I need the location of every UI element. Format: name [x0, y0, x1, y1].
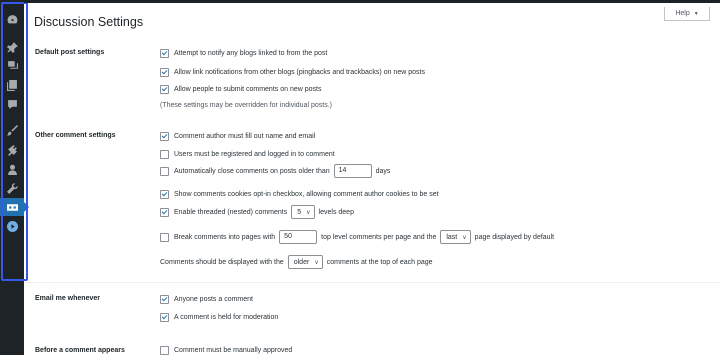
days-input[interactable]: 14 — [333, 164, 372, 178]
checkbox[interactable] — [160, 345, 169, 355]
chevron-down-icon: ∨ — [462, 234, 467, 241]
option-label: Automatically close comments on posts ol… — [174, 167, 330, 175]
option-label: Enable threaded (nested) comments — [174, 208, 288, 216]
main-content: Help ▼ Discussion Settings Default post … — [24, 0, 720, 355]
media-icon[interactable] — [4, 58, 20, 72]
appearance-icon[interactable] — [4, 123, 20, 137]
option-email-held-moderation[interactable]: A comment is held for moderation — [160, 311, 278, 323]
chevron-down-icon: ∨ — [306, 209, 311, 216]
select-value: last — [446, 233, 458, 241]
triangle-down-icon: ▼ — [693, 10, 699, 17]
checkbox[interactable] — [160, 189, 169, 199]
chevron-down-icon: ∨ — [314, 259, 319, 266]
comment-order-select[interactable]: older ∨ — [287, 255, 323, 269]
section-label-email-me: Email me whenever — [35, 295, 100, 302]
section-divider — [24, 282, 720, 283]
option-label: Attempt to notify any blogs linked to fr… — [174, 49, 328, 57]
select-value: older — [293, 258, 310, 266]
option-allow-comments[interactable]: Allow people to submit comments on new p… — [160, 83, 321, 95]
checkbox[interactable] — [160, 166, 169, 176]
per-page-input[interactable]: 50 — [279, 230, 318, 244]
option-break-pages[interactable]: Break comments into pages with 50 top le… — [160, 230, 555, 244]
plugins-icon[interactable] — [4, 143, 20, 157]
option-registered-users[interactable]: Users must be registered and logged in t… — [160, 148, 335, 160]
page-title: Discussion Settings — [34, 15, 144, 29]
checkbox[interactable] — [160, 294, 169, 304]
order-suffix: comments at the top of each page — [326, 258, 433, 266]
option-label: Users must be registered and logged in t… — [174, 150, 335, 158]
dashboard-icon[interactable] — [4, 12, 20, 26]
help-label: Help — [675, 10, 690, 17]
page-order-select[interactable]: last ∨ — [440, 230, 471, 244]
order-prefix: Comments should be displayed with the — [160, 258, 284, 266]
checkbox[interactable] — [160, 48, 169, 58]
select-value: 5 — [297, 208, 302, 216]
section-label-before-appears: Before a comment appears — [35, 347, 125, 354]
option-label: A comment is held for moderation — [174, 313, 279, 321]
thread-depth-select[interactable]: 5 ∨ — [291, 205, 315, 219]
top-bar — [24, 0, 720, 3]
checkbox[interactable] — [160, 232, 169, 242]
users-icon[interactable] — [4, 162, 20, 176]
section-label-default-post: Default post settings — [35, 49, 105, 56]
play-icon[interactable] — [4, 219, 20, 233]
option-allow-pingbacks[interactable]: Allow link notifications from other blog… — [160, 66, 425, 78]
option-label: Show comments cookies opt-in checkbox, a… — [174, 190, 439, 198]
option-label: Anyone posts a comment — [174, 295, 253, 303]
help-button[interactable]: Help ▼ — [664, 7, 710, 21]
option-label: Comment must be manually approved — [174, 346, 293, 354]
checkbox[interactable] — [160, 67, 169, 77]
option-auto-close[interactable]: Automatically close comments on posts ol… — [160, 164, 391, 178]
option-email-anyone-posts[interactable]: Anyone posts a comment — [160, 293, 253, 305]
section-label-other-comment: Other comment settings — [35, 132, 116, 139]
paging-suffix: page displayed by default — [474, 233, 555, 241]
levels-suffix: levels deep — [318, 208, 354, 216]
option-require-name-email[interactable]: Comment author must fill out name and em… — [160, 130, 315, 142]
option-comment-order: Comments should be displayed with the ol… — [160, 255, 433, 269]
option-label: Comment author must fill out name and em… — [174, 132, 316, 140]
option-threaded-comments[interactable]: Enable threaded (nested) comments 5 ∨ le… — [160, 205, 354, 219]
admin-sidebar — [0, 0, 29, 355]
tools-icon[interactable] — [4, 181, 20, 195]
days-suffix: days — [375, 167, 391, 175]
checkbox[interactable] — [160, 149, 169, 159]
checkbox[interactable] — [160, 207, 169, 217]
option-label: Allow people to submit comments on new p… — [174, 85, 322, 93]
override-note: (These settings may be overridden for in… — [160, 102, 332, 109]
option-label: Break comments into pages with — [174, 233, 276, 241]
pin-icon[interactable] — [4, 40, 20, 54]
option-cookies-optin[interactable]: Show comments cookies opt-in checkbox, a… — [160, 188, 439, 200]
comments-icon[interactable] — [4, 97, 20, 111]
checkbox[interactable] — [160, 312, 169, 322]
settings-icon[interactable] — [0, 198, 29, 216]
checkbox[interactable] — [160, 131, 169, 141]
paging-middle-text: top level comments per page and the — [321, 233, 437, 241]
option-label: Allow link notifications from other blog… — [174, 68, 425, 76]
option-manual-approval[interactable]: Comment must be manually approved — [160, 344, 292, 356]
option-notify-blogs[interactable]: Attempt to notify any blogs linked to fr… — [160, 47, 327, 59]
checkbox[interactable] — [160, 84, 169, 94]
pages-icon[interactable] — [4, 78, 20, 92]
